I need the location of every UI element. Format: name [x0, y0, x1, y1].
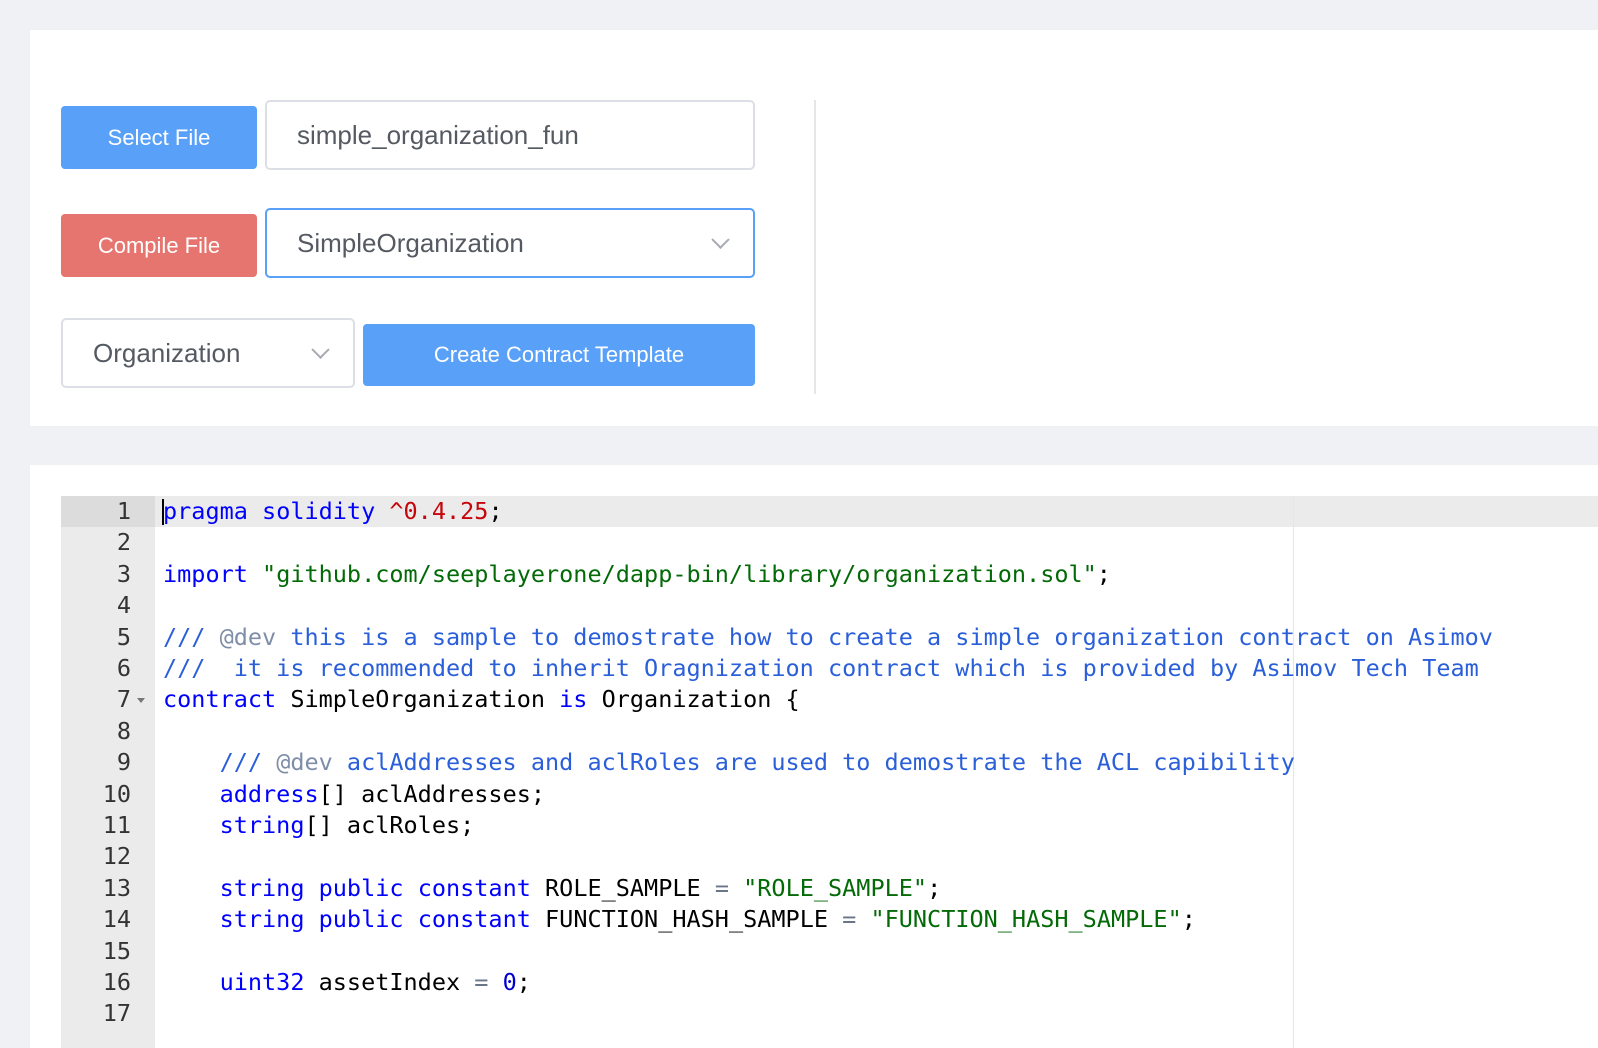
line-number: 12	[102, 842, 131, 871]
vertical-divider	[814, 100, 816, 394]
line-number: 14	[102, 905, 131, 934]
line-number: 7	[116, 685, 131, 714]
select-file-button[interactable]: Select File	[61, 106, 257, 169]
code-editor-panel: 1 2 3 4 5 6 7 8 9 10 11 12 13 14 15 16 1…	[30, 465, 1598, 1048]
line-number: 9	[116, 748, 131, 777]
line-number: 4	[116, 591, 131, 620]
file-name-field[interactable]: simple_organization_fun	[265, 100, 755, 170]
code-line: contract SimpleOrganization is Organizat…	[163, 685, 800, 714]
line-number: 5	[116, 622, 131, 651]
code-line: /// it is recommended to inherit Oragniz…	[163, 654, 1479, 682]
compile-file-button[interactable]: Compile File	[61, 214, 257, 277]
contract-select-value: SimpleOrganization	[297, 227, 524, 258]
file-controls-panel: Select File simple_organization_fun Comp…	[30, 30, 1598, 426]
line-number: 17	[102, 999, 131, 1028]
code-line: /// @dev this is a sample to demostrate …	[163, 622, 1493, 651]
line-number: 11	[102, 811, 131, 839]
code-line: string public constant ROLE_SAMPLE = "RO…	[219, 873, 942, 902]
code-line: uint32 assetIndex = 0;	[219, 968, 531, 996]
line-number: 3	[116, 559, 131, 588]
fold-arrow-icon[interactable]	[137, 698, 145, 703]
line-number: 15	[102, 936, 131, 965]
line-number: 16	[102, 968, 131, 996]
chevron-down-icon	[711, 230, 730, 249]
chevron-down-icon	[311, 340, 330, 359]
code-line: address[] aclAddresses;	[219, 779, 546, 808]
line-number: 6	[116, 654, 131, 682]
contract-select[interactable]: SimpleOrganization	[265, 208, 755, 278]
line-number: 13	[102, 873, 131, 902]
template-type-value: Organization	[93, 337, 241, 368]
line-number: 1	[116, 497, 131, 525]
code-editor[interactable]: 1 2 3 4 5 6 7 8 9 10 11 12 13 14 15 16 1…	[61, 496, 1598, 1048]
code-line: pragma solidity ^0.4.25;	[163, 497, 503, 525]
template-type-select[interactable]: Organization	[61, 318, 355, 388]
code-line: string public constant FUNCTION_HASH_SAM…	[219, 905, 1196, 934]
create-contract-template-button[interactable]: Create Contract Template	[363, 324, 755, 386]
line-number: 2	[116, 528, 131, 557]
line-number: 8	[116, 716, 131, 745]
line-number: 10	[102, 779, 131, 808]
code-line: /// @dev aclAddresses and aclRoles are u…	[219, 748, 1295, 777]
code-line: import "github.com/seeplayerone/dapp-bin…	[163, 559, 1111, 588]
code-line: string[] aclRoles;	[219, 811, 475, 839]
file-name-value: simple_organization_fun	[297, 119, 579, 150]
